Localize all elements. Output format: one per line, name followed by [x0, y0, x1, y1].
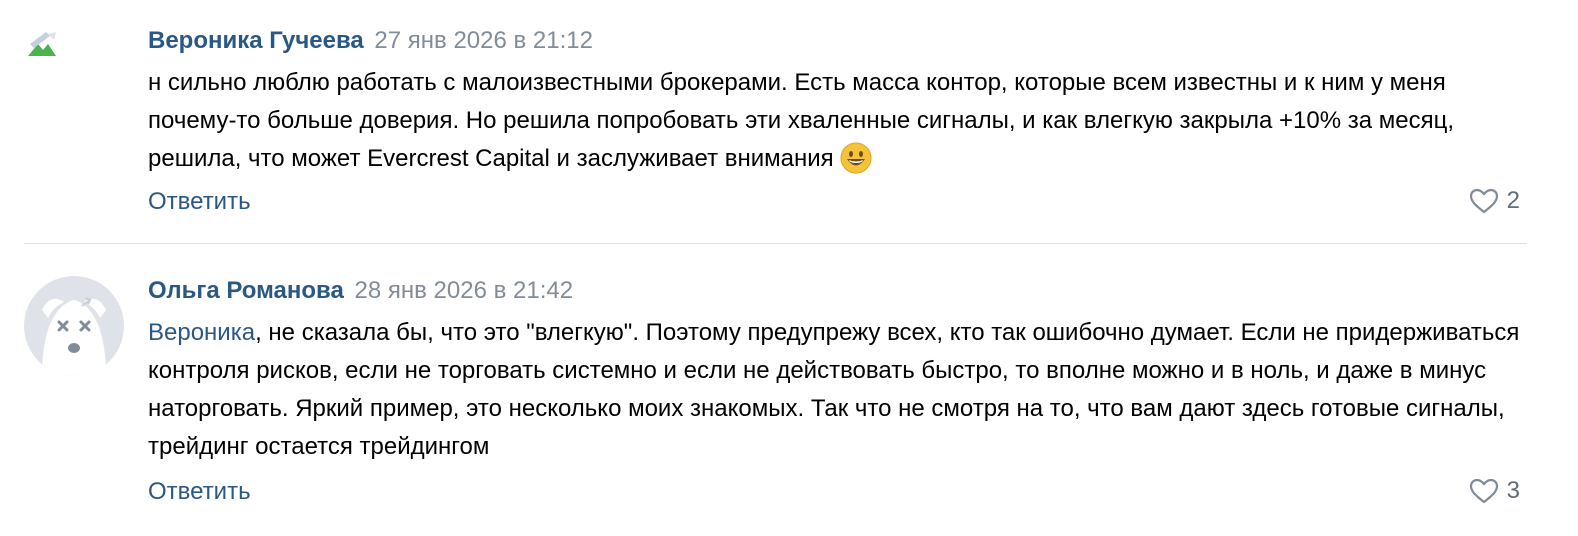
- reply-button[interactable]: Ответить: [148, 187, 251, 217]
- grinning-face-icon: [840, 142, 872, 186]
- like-button[interactable]: 2: [1469, 186, 1520, 216]
- comment-date[interactable]: 28 янв 2026 в 21:42: [355, 277, 574, 304]
- comment-header: Вероника Гучеева 27 янв 2026 в 21:12: [148, 26, 593, 56]
- comment-text: Вероника, не сказала бы, что это "влегку…: [148, 314, 1528, 466]
- author-name[interactable]: Вероника Гучеева: [148, 27, 364, 54]
- comment-text: н сильно люблю работать с малоизвестными…: [148, 64, 1528, 186]
- comment-date[interactable]: 27 янв 2026 в 21:12: [374, 27, 593, 54]
- divider: [24, 243, 1527, 244]
- like-button[interactable]: 3: [1469, 476, 1520, 506]
- avatar[interactable]: [26, 30, 58, 58]
- default-avatar-icon: [42, 297, 106, 376]
- like-count: 2: [1506, 187, 1520, 214]
- heart-icon: [1469, 188, 1498, 214]
- broken-image-icon: [28, 32, 56, 56]
- mention-link[interactable]: Вероника: [148, 319, 255, 346]
- avatar[interactable]: [24, 276, 124, 376]
- reply-button[interactable]: Ответить: [148, 477, 251, 507]
- like-count: 3: [1506, 477, 1520, 504]
- comment-header: Ольга Романова 28 янв 2026 в 21:42: [148, 276, 573, 306]
- comment-body: , не сказала бы, что это "влегкую". Поэт…: [148, 319, 1520, 460]
- comment-body: н сильно люблю работать с малоизвестными…: [148, 69, 1455, 172]
- author-name[interactable]: Ольга Романова: [148, 277, 344, 304]
- heart-icon: [1469, 478, 1498, 504]
